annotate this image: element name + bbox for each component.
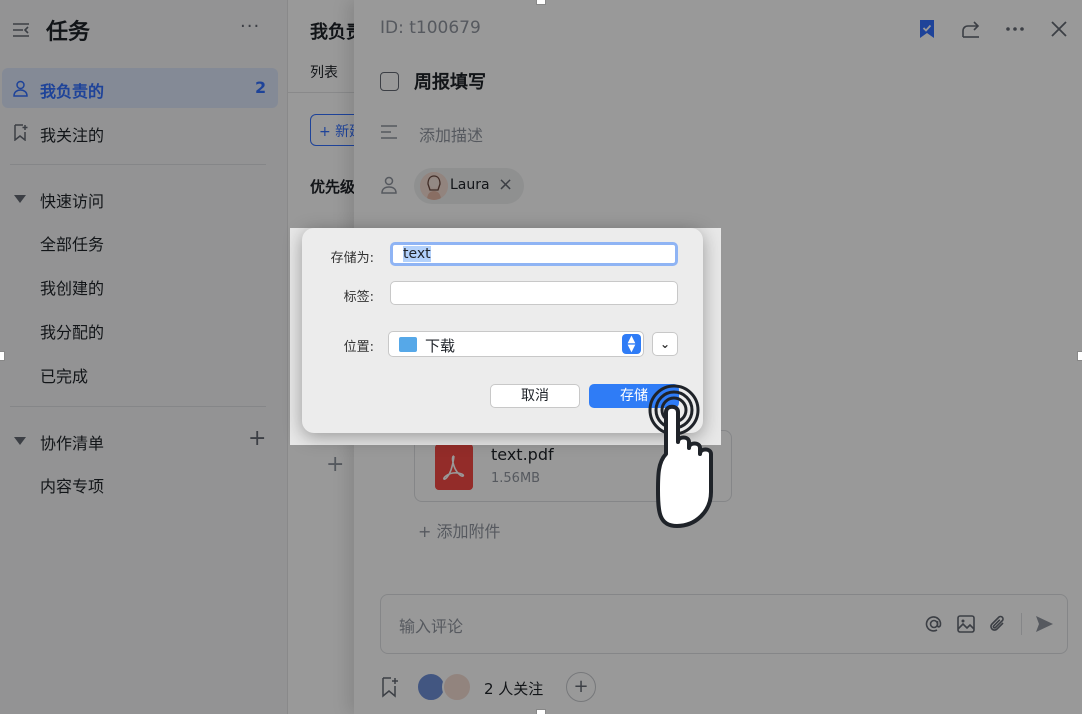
location-label: 位置: <box>343 340 374 355</box>
resize-handle[interactable] <box>536 709 546 714</box>
filename-text: text <box>403 246 431 262</box>
location-value: 下载 <box>425 337 456 355</box>
resize-handle[interactable] <box>536 0 546 5</box>
tags-input[interactable] <box>390 281 678 305</box>
save-as-label: 存储为: <box>330 251 374 266</box>
save-as-input[interactable]: text <box>390 242 678 266</box>
tags-label: 标签: <box>343 290 374 305</box>
downloads-folder-icon <box>399 337 417 352</box>
resize-handle[interactable] <box>1077 351 1082 361</box>
expand-chevron-icon[interactable]: ⌄ <box>652 332 678 356</box>
resize-handle[interactable] <box>0 351 5 361</box>
updown-chevron-icon[interactable]: ▲ ▼ <box>622 334 641 354</box>
tap-hand-cursor-icon <box>648 384 713 528</box>
location-select[interactable]: 下载 ▲ ▼ <box>388 331 644 357</box>
cancel-button[interactable]: 取消 <box>490 384 580 408</box>
